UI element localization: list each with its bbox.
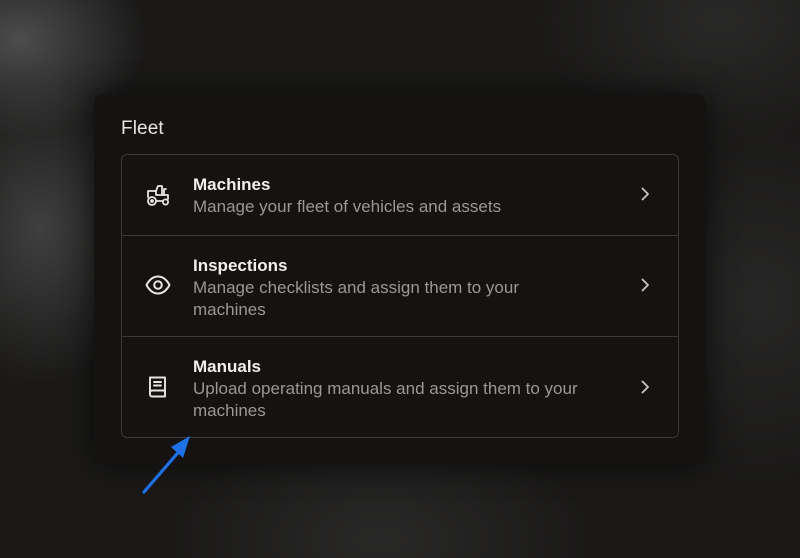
chevron-right-icon [638,379,652,395]
menu-item-manuals[interactable]: Manuals Upload operating manuals and ass… [122,336,678,437]
eye-icon [144,271,172,299]
fleet-panel: Fleet Machines Manage your fleet of vehi… [94,94,706,464]
menu-item-title: Inspections [193,256,288,275]
menu-item-title: Machines [193,175,271,194]
menu-item-description: Upload operating manuals and assign them… [193,379,578,420]
panel-title: Fleet [121,118,164,139]
chevron-right-icon [638,186,652,202]
menu-item-description: Manage your fleet of vehicles and assets [193,197,502,216]
annotation-arrow-icon [142,436,190,494]
menu-item-machines[interactable]: Machines Manage your fleet of vehicles a… [122,155,678,235]
menu-item-description: Manage checklists and assign them to you… [193,278,520,319]
menu-item-inspections[interactable]: Inspections Manage checklists and assign… [122,235,678,336]
menu-item-title: Manuals [193,357,262,376]
tractor-icon [144,181,172,209]
chevron-right-icon [638,277,652,293]
book-icon [144,373,172,401]
fleet-menu-list: Machines Manage your fleet of vehicles a… [121,154,679,438]
